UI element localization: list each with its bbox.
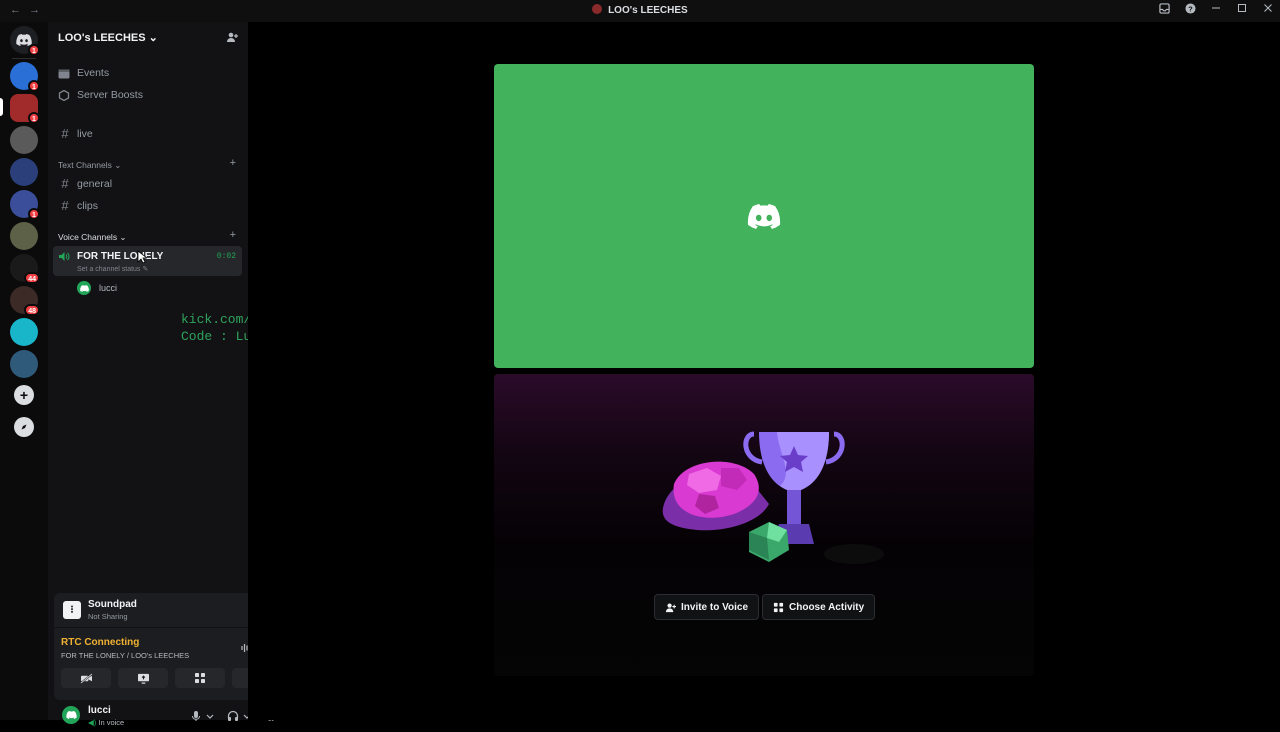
voice-user-name: lucci [99, 283, 118, 293]
channel-general[interactable]: # general [58, 176, 112, 191]
microphone-icon[interactable] [190, 710, 202, 722]
server-boosts-label: Server Boosts [77, 89, 143, 101]
voice-channel-name: FOR THE LONELY [77, 251, 164, 262]
soundpad-status: Not Sharing [88, 612, 128, 621]
discord-logo-icon [79, 284, 89, 292]
window-title: LOO's LEECHES [0, 4, 1280, 16]
server-icon [592, 4, 603, 14]
speaker-icon: ◀) [88, 718, 97, 727]
home-button[interactable]: 1 [10, 26, 40, 56]
speaker-icon [59, 252, 70, 261]
participant-tile[interactable] [494, 64, 1034, 368]
camera-off-button[interactable] [61, 668, 111, 688]
server-boosts-item[interactable]: Server Boosts [58, 89, 143, 101]
avatar [77, 281, 91, 295]
user-status-text: In voice [98, 718, 125, 727]
soundpad-title: Soundpad [88, 599, 137, 610]
server-icon-10[interactable] [10, 350, 38, 378]
user-avatar[interactable] [62, 706, 80, 724]
channel-clips[interactable]: # clips [58, 198, 98, 213]
voice-channels-category[interactable]: Voice Channels ⌄ [58, 232, 127, 243]
channel-status-text: Set a channel status [77, 266, 141, 273]
server-icon-9[interactable] [10, 318, 38, 346]
server-list: 1 1 1 1 44 48 + [0, 22, 48, 720]
invite-to-voice-label: Invite to Voice [681, 601, 749, 613]
mouse-cursor-icon [137, 250, 147, 264]
server-icon-6[interactable] [10, 222, 38, 250]
activity-panel: Invite to Voice Choose Activity [494, 374, 1034, 676]
user-name: lucci [88, 705, 111, 716]
hash-icon: # [61, 176, 69, 191]
selected-server-indicator [0, 98, 3, 116]
help-icon[interactable]: ? [1184, 3, 1196, 17]
voice-channel-for-the-lonely[interactable]: FOR THE LONELY Set a channel status ✎ 0:… [53, 246, 242, 276]
channel-label: clips [77, 199, 99, 212]
events-label: Events [77, 67, 110, 79]
server-icon-2[interactable]: 1 [10, 94, 40, 124]
add-server-icon[interactable]: + [14, 385, 34, 405]
server-icon-8[interactable]: 48 [10, 286, 40, 316]
soundpad-icon: ⁝ [63, 601, 81, 619]
channel-live[interactable]: # live [58, 126, 93, 141]
maximize-icon[interactable] [1236, 3, 1248, 17]
server-icon-4[interactable] [10, 158, 38, 186]
unread-badge: 44 [24, 272, 40, 284]
camera-off-icon [79, 672, 93, 684]
server-icon-3[interactable] [10, 126, 38, 154]
screen-share-icon [137, 673, 149, 684]
user-status: ◀) In voice [88, 718, 124, 727]
pencil-icon: ✎ [142, 266, 149, 273]
activities-icon [773, 602, 784, 612]
invite-to-voice-button[interactable]: Invite to Voice [654, 594, 760, 620]
add-user-icon [665, 603, 676, 612]
hash-icon: # [61, 198, 69, 213]
server-icon-5[interactable]: 1 [10, 190, 40, 220]
window-tools: ? [1158, 3, 1274, 17]
chevron-down-icon[interactable] [206, 710, 214, 722]
divider [12, 58, 36, 59]
channel-label: general [77, 177, 113, 190]
discover-icon[interactable] [14, 417, 34, 437]
channel-label: live [77, 127, 93, 140]
create-channel-icon[interactable]: + [230, 157, 236, 169]
choose-activity-label: Choose Activity [789, 601, 865, 613]
channel-status-prompt[interactable]: Set a channel status ✎ [77, 265, 148, 273]
invite-people-icon[interactable] [226, 31, 238, 43]
calendar-icon [58, 69, 70, 78]
voice-timer: 0:02 [216, 252, 236, 261]
unread-badge: 1 [28, 80, 40, 92]
server-name-header[interactable]: LOO's LEECHES ⌄ [58, 31, 158, 44]
hash-icon: # [61, 126, 69, 141]
create-voice-channel-icon[interactable]: + [230, 229, 236, 241]
window-titlebar: ← → LOO's LEECHES ? [0, 0, 1280, 22]
rtc-location[interactable]: FOR THE LONELY / LOO's LEECHES [61, 651, 189, 660]
voice-stage: Invite to Voice Choose Activity [248, 22, 1280, 720]
screen-share-button[interactable] [118, 668, 168, 688]
unread-badge: 1 [28, 208, 40, 220]
unread-badge: 48 [24, 304, 40, 316]
server-icon-7[interactable]: 44 [10, 254, 40, 284]
choose-activity-button[interactable]: Choose Activity [762, 594, 876, 620]
rtc-status[interactable]: RTC Connecting [61, 637, 139, 648]
activities-icon [195, 673, 205, 683]
discord-logo-icon [65, 711, 77, 719]
discord-logo-icon [747, 203, 781, 229]
close-icon[interactable] [1262, 3, 1274, 17]
headphones-icon[interactable] [227, 710, 239, 722]
trophy-illustration-icon [662, 431, 884, 564]
unread-badge: 1 [28, 44, 40, 56]
window-title-text: LOO's LEECHES [608, 5, 688, 16]
inbox-icon[interactable] [1158, 3, 1170, 17]
text-channels-category[interactable]: Text Channels ⌄ [58, 160, 121, 171]
boost-icon [58, 89, 70, 101]
svg-text:?: ? [1188, 4, 1193, 13]
server-icon-1[interactable]: 1 [10, 62, 40, 92]
minimize-icon[interactable] [1210, 3, 1222, 17]
voice-user-lucci[interactable]: lucci [77, 281, 117, 295]
events-item[interactable]: Events [58, 67, 109, 79]
channel-sidebar: LOO's LEECHES ⌄ Events Server Boosts # l… [48, 22, 290, 727]
activities-button[interactable] [175, 668, 225, 688]
unread-badge: 1 [28, 112, 40, 124]
